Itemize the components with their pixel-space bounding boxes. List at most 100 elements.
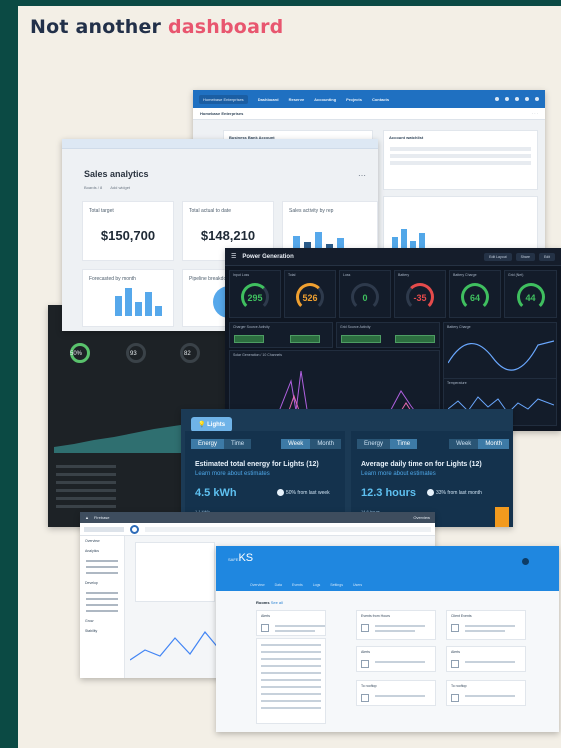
table-row [56,505,116,508]
week-toggle[interactable]: Week [449,439,479,449]
month-toggle[interactable]: Month [310,439,341,449]
panel-value: 526 [302,293,318,303]
room-tile[interactable]: Alerts [356,646,436,672]
orange-bar [495,507,509,527]
tile-title: Alerts [361,650,370,654]
search-icon[interactable] [505,97,509,101]
sidebar-item[interactable] [86,592,118,594]
bar [115,296,122,316]
nav-reserve[interactable]: Reserve [289,97,305,102]
list-item[interactable] [261,707,321,709]
overview-link[interactable]: Overview [413,515,430,520]
lights-tab[interactable]: 💡 Lights [191,417,233,432]
time-toggle[interactable]: Time [224,439,252,449]
see-all-link[interactable]: See all [271,600,283,605]
list-item[interactable] [261,693,321,695]
nav-settings[interactable]: Settings [330,583,343,587]
sidebar-item-develop[interactable]: Develop [80,578,124,588]
panel-label: Grid Source Activity [340,325,371,329]
sidebar-item[interactable] [86,566,118,568]
sidebar-item[interactable] [86,604,118,606]
room-icon [451,660,459,668]
energy-toggle[interactable]: Energy [191,439,225,449]
sidebar-item[interactable] [86,610,118,612]
tile-title: Alerts [261,614,270,618]
room-tile[interactable]: Alerts [256,610,326,636]
activity-panel: Grid Source Activity [336,322,440,348]
list-item[interactable] [261,686,321,688]
avatar[interactable] [522,558,529,565]
screenshot-energy-lights: 💡 Lights Energy Time Week Month Estimated … [181,409,513,527]
time-value: 12.3 hours [361,487,417,499]
avatar[interactable] [535,97,539,101]
learn-more-link[interactable]: Learn more about estimates [361,471,436,477]
section-title: Rooms See all [256,600,283,605]
list-item[interactable] [261,679,321,681]
org-name: Homebase Enterprises [200,111,244,116]
series-line [130,631,230,661]
nav-users[interactable]: Users [353,583,362,587]
window-top-bar [62,139,378,149]
tile-title: Events from Hours [361,614,390,618]
nav-events[interactable]: Events [292,583,303,587]
room-tile[interactable]: Alerts [446,646,526,672]
more-icon[interactable]: ⋯ [358,171,366,180]
list-item[interactable] [261,700,321,702]
search-icon[interactable] [130,524,139,534]
nav-projects[interactable]: Projects [346,97,362,102]
forecast-card: Forecasted by month [82,269,174,327]
list-item[interactable] [261,672,321,674]
tile-line [375,625,425,627]
list-item[interactable] [261,644,321,646]
org-switcher[interactable]: Homebase Enterprises [199,94,248,104]
learn-more-link[interactable]: Learn more about estimates [195,471,270,477]
sidebar-item-grow[interactable]: Grow [80,616,124,626]
search-input[interactable] [145,526,431,532]
menu-icon[interactable]: ☰ [231,253,236,260]
week-toggle[interactable]: Week [281,439,311,449]
sidebar-item[interactable] [86,598,118,600]
console-titlebar: ▲ Firebase Overview [80,512,435,523]
lights-tab-label: Lights [207,422,226,428]
nav-data[interactable]: Data [275,583,282,587]
sidebar-item[interactable] [86,572,118,574]
notification-icon[interactable] [525,97,529,101]
list-item[interactable] [261,651,321,653]
project-selector[interactable] [84,526,124,532]
panel-label: Loss [343,273,351,277]
add-widget-link[interactable]: Add widget [110,185,130,190]
add-icon[interactable] [495,97,499,101]
room-tile[interactable]: To rooftop [356,680,436,706]
console-toolbar [80,523,435,536]
sidebar-item[interactable] [86,560,118,562]
usage-line-chart [130,631,230,661]
nav-accounting[interactable]: Accounting [314,97,336,102]
boards-link[interactable]: Boards / 8 [84,185,102,190]
nav-contacts[interactable]: Contacts [372,97,389,102]
edit-layout-button[interactable]: Edit Layout [484,252,512,261]
room-tile[interactable]: Events from Hours [356,610,436,640]
list-item[interactable] [261,665,321,667]
sidebar-item-analytics[interactable]: Analytics [80,546,124,556]
gauge-value: 82 [184,351,191,357]
time-toggle[interactable]: Time [390,439,418,449]
console-sidebar: Overview Analytics Develop Grow Stabilit… [80,536,125,678]
month-toggle[interactable]: Month [478,439,509,449]
help-icon[interactable] [515,97,519,101]
nav-logs[interactable]: Logs [313,583,321,587]
sales-subnav: Boards / 8 Add widget [84,185,130,190]
bar [155,306,162,316]
header-buttons: Edit Layout Share Edit [484,252,555,261]
top-nav-bar: Homebase Enterprises Dashboard Reserve A… [193,90,545,108]
room-tile[interactable]: Client Events [446,610,526,640]
sidebar-item-overview[interactable]: Overview [80,536,124,546]
nav-overview[interactable]: Overview [250,583,265,587]
energy-toggle[interactable]: Energy [357,439,391,449]
share-button[interactable]: Share [515,252,535,261]
edit-button[interactable]: Edit [538,252,555,261]
nav-dashboard[interactable]: Dashboard [258,97,279,102]
room-tile[interactable]: To rooftop [446,680,526,706]
sidebar-item-stability[interactable]: Stability [80,626,124,636]
bar-chart [392,229,425,249]
list-item[interactable] [261,658,321,660]
